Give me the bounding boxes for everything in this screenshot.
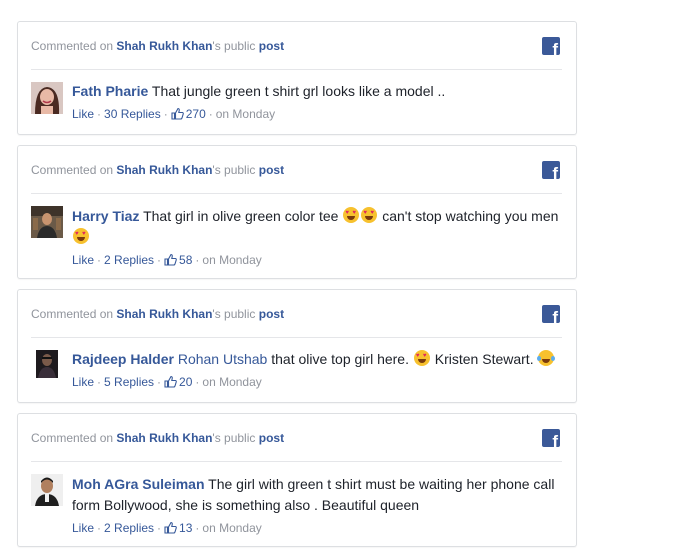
- comment-author[interactable]: Fath Pharie: [72, 83, 148, 99]
- comment-text: Moh AGra Suleiman The girl with green t …: [72, 474, 562, 516]
- post-link[interactable]: post: [259, 431, 284, 445]
- thumbs-up-icon: [171, 107, 184, 120]
- comment-meta: Like · 2 Replies · 13 · on Monday: [72, 521, 262, 535]
- avatar[interactable]: [36, 350, 58, 378]
- comment-author[interactable]: Rajdeep Halder: [72, 351, 174, 367]
- comment-card: Commented on Shah Rukh Khan's public pos…: [17, 21, 577, 135]
- replies-link[interactable]: 30 Replies: [104, 107, 161, 121]
- page-link[interactable]: Shah Rukh Khan: [116, 163, 212, 177]
- avatar[interactable]: [31, 206, 63, 238]
- replies-link[interactable]: 2 Replies: [104, 253, 154, 267]
- like-count[interactable]: 58: [179, 253, 192, 267]
- comment-body: That jungle green t shirt grl looks like…: [151, 83, 446, 99]
- facebook-icon[interactable]: f: [542, 305, 560, 323]
- page-link[interactable]: Shah Rukh Khan: [116, 39, 212, 53]
- public-text: 's public: [212, 163, 256, 177]
- comment-time: on Monday: [202, 521, 262, 535]
- comment-meta: Like · 5 Replies · 20 · on Monday: [72, 375, 262, 389]
- comment-time: on Monday: [202, 375, 262, 389]
- commented-on-text: Commented on: [31, 431, 114, 445]
- card-header: Commented on Shah Rukh Khan's public pos…: [31, 146, 562, 194]
- comment: Moh AGra Suleiman The girl with green t …: [18, 462, 576, 536]
- comment: Harry Tiaz That girl in olive green colo…: [18, 194, 576, 268]
- card-header: Commented on Shah Rukh Khan's public pos…: [31, 22, 562, 70]
- thumbs-up-icon: [164, 253, 177, 266]
- like-link[interactable]: Like: [72, 107, 94, 121]
- thumbs-up-icon: [164, 521, 177, 534]
- post-link[interactable]: post: [259, 163, 284, 177]
- comment-author[interactable]: Harry Tiaz: [72, 208, 139, 224]
- comment-author[interactable]: Moh AGra Suleiman: [72, 476, 205, 492]
- comment-body-cont: Kristen Stewart.: [434, 351, 534, 367]
- like-link[interactable]: Like: [72, 521, 94, 535]
- thumbs-up-icon: [164, 375, 177, 388]
- comment-text: Harry Tiaz That girl in olive green colo…: [72, 206, 562, 248]
- page-link[interactable]: Shah Rukh Khan: [116, 431, 212, 445]
- heart-eyes-emoji: ♥ ♥: [361, 207, 378, 223]
- avatar[interactable]: [31, 82, 63, 114]
- public-text: 's public: [212, 39, 256, 53]
- comment-body: that olive top girl here.: [271, 351, 409, 367]
- comment: Rajdeep Halder Rohan Utshab that olive t…: [18, 338, 576, 390]
- tears-of-joy-emoji: [537, 350, 556, 366]
- commented-on-text: Commented on: [31, 39, 114, 53]
- card-header: Commented on Shah Rukh Khan's public pos…: [31, 290, 562, 338]
- comment-meta: Like · 2 Replies · 58 · on Monday: [72, 253, 262, 267]
- comment-body-cont: can't stop watching you men: [382, 208, 559, 224]
- like-link[interactable]: Like: [72, 375, 94, 389]
- public-text: 's public: [212, 307, 256, 321]
- comment-time: on Monday: [202, 253, 262, 267]
- commented-on-text: Commented on: [31, 307, 114, 321]
- comment-time: on Monday: [215, 107, 276, 121]
- replies-link[interactable]: 5 Replies: [104, 375, 154, 389]
- post-link[interactable]: post: [259, 307, 284, 321]
- comment-card: Commented on Shah Rukh Khan's public pos…: [17, 289, 577, 403]
- post-link[interactable]: post: [259, 39, 284, 53]
- heart-eyes-emoji: ♥ ♥: [413, 350, 430, 366]
- replies-link[interactable]: 2 Replies: [104, 521, 154, 535]
- commented-on-text: Commented on: [31, 163, 114, 177]
- comment-body: That girl in olive green color tee: [143, 208, 339, 224]
- public-text: 's public: [212, 431, 256, 445]
- like-count[interactable]: 270: [186, 107, 206, 121]
- comment-text: Rajdeep Halder Rohan Utshab that olive t…: [72, 349, 562, 370]
- mention-link[interactable]: Rohan Utshab: [178, 351, 268, 367]
- comment-meta: Like · 30 Replies · 270 · on Monday: [72, 107, 276, 121]
- heart-eyes-emoji: ♥ ♥: [343, 207, 360, 223]
- page-link[interactable]: Shah Rukh Khan: [116, 307, 212, 321]
- comment-card: Commented on Shah Rukh Khan's public pos…: [17, 413, 577, 547]
- facebook-icon[interactable]: f: [542, 37, 560, 55]
- like-count[interactable]: 20: [179, 375, 192, 389]
- like-link[interactable]: Like: [72, 253, 94, 267]
- avatar[interactable]: [31, 474, 63, 506]
- card-header: Commented on Shah Rukh Khan's public pos…: [31, 414, 562, 462]
- heart-eyes-emoji: ♥ ♥: [73, 228, 89, 244]
- like-count[interactable]: 13: [179, 521, 192, 535]
- facebook-icon[interactable]: f: [542, 161, 560, 179]
- facebook-icon[interactable]: f: [542, 429, 560, 447]
- comment-card: Commented on Shah Rukh Khan's public pos…: [17, 145, 577, 279]
- comment: Fath Pharie That jungle green t shirt gr…: [18, 70, 576, 122]
- comment-text: Fath Pharie That jungle green t shirt gr…: [72, 81, 562, 102]
